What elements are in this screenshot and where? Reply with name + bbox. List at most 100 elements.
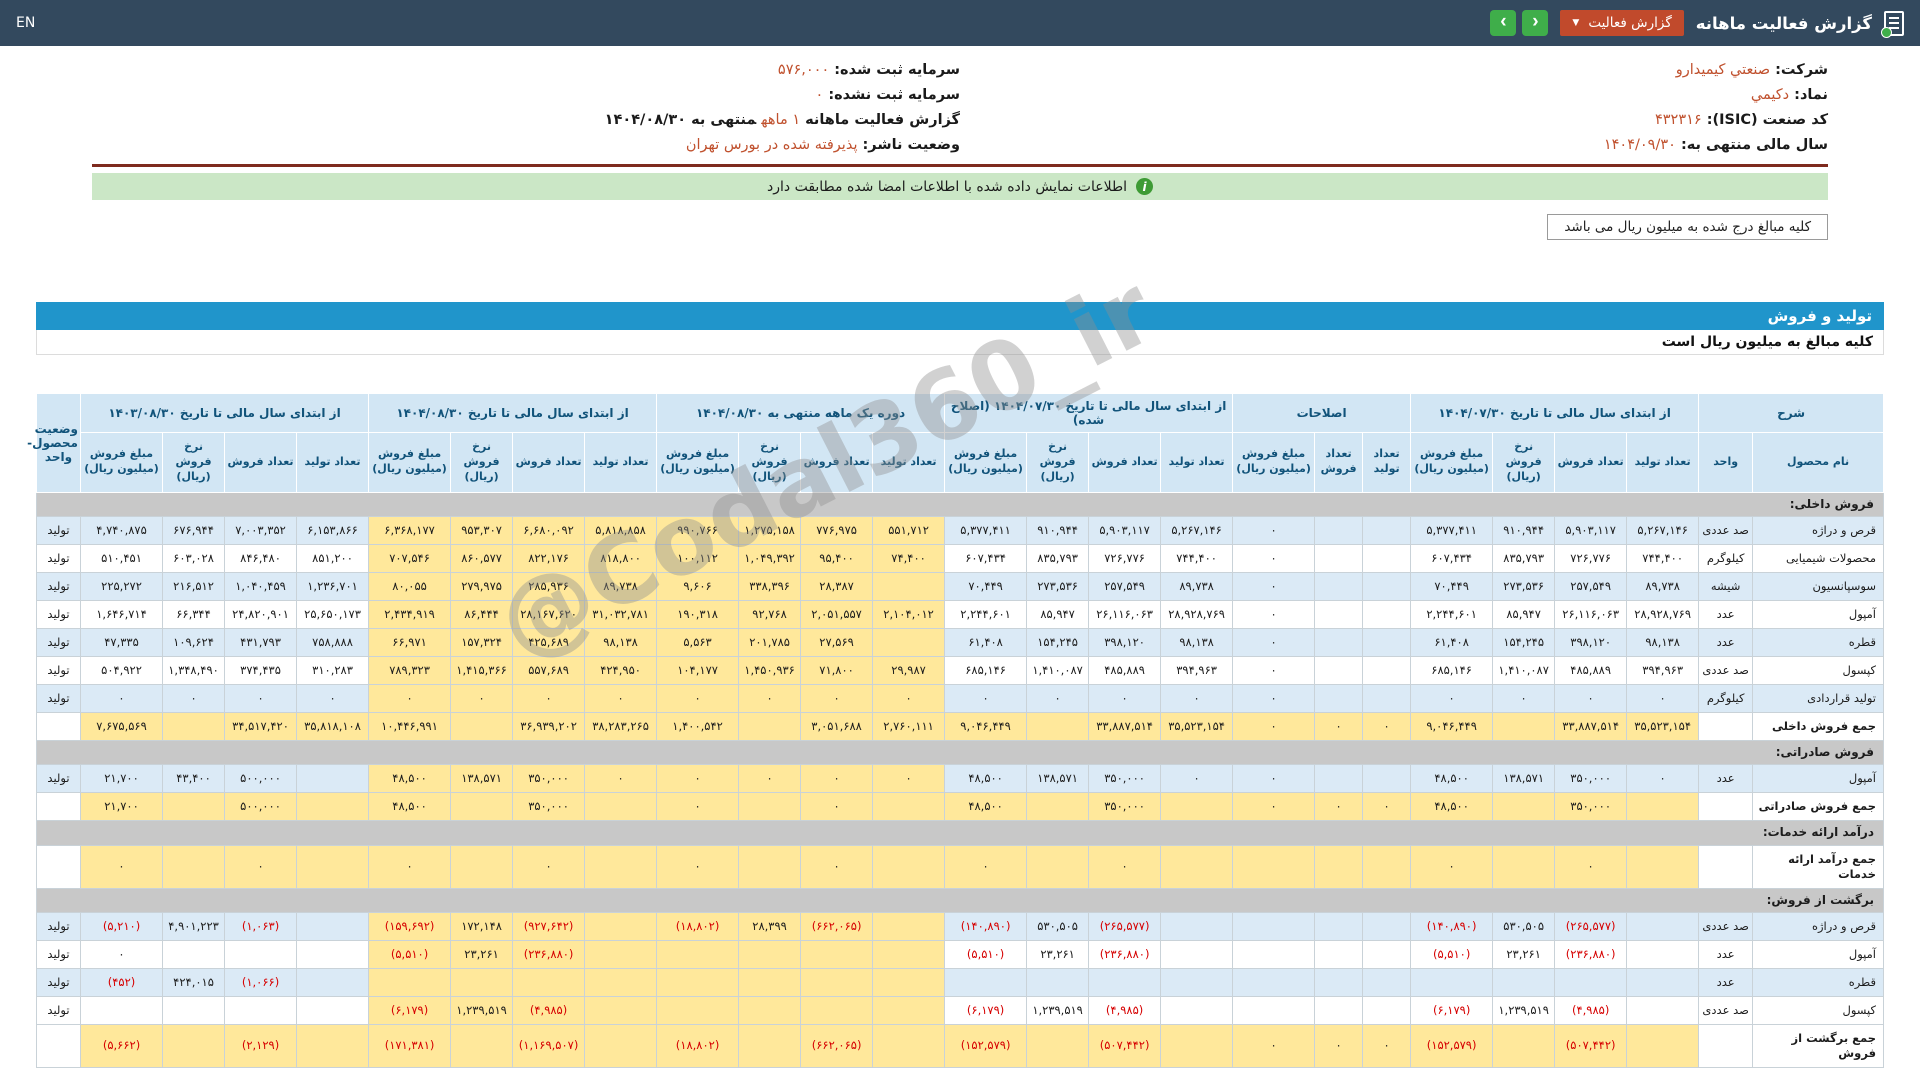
header-col-a: مبلغ فروش (میلیون ریال)	[79, 432, 164, 493]
value-cell	[1554, 968, 1628, 997]
value-cell: (۹۲۷,۶۴۲)	[512, 912, 586, 942]
report-type-select-label: گزارش فعالیت	[1588, 15, 1672, 31]
value-cell: ۱۳۸,۵۷۱	[1026, 764, 1090, 794]
unit-cell	[1698, 1023, 1754, 1068]
field-label: سال مالی منتهی به:	[1680, 137, 1828, 153]
value-cell	[584, 792, 658, 822]
value-cell: (۲,۱۲۹)	[224, 1023, 298, 1068]
status-cell: تولید	[36, 655, 81, 685]
value-cell: ۲۸۵,۹۳۶	[512, 572, 586, 601]
value-cell	[738, 844, 802, 889]
report-type-select[interactable]: گزارش فعالیت ▼	[1560, 10, 1684, 36]
value-cell	[1626, 940, 1700, 970]
value-cell: ۹۸,۱۳۸	[584, 627, 658, 657]
unit-cell: عدد	[1698, 627, 1754, 657]
value-cell: ۲۸,۹۲۸,۷۶۹	[1626, 599, 1700, 629]
next-period-button[interactable]: ›	[1522, 10, 1549, 36]
value-cell	[1314, 995, 1364, 1025]
value-cell: ۹۲,۷۶۸	[738, 599, 802, 629]
product-name-cell: تولید قراردادی	[1752, 683, 1884, 713]
value-cell: ۲۸,۱۶۷,۶۲۰	[512, 599, 586, 629]
value-cell: (۶۶۲,۰۶۵)	[800, 912, 874, 942]
value-cell: (۱۵۹,۶۹۲)	[368, 912, 452, 942]
value-cell: ۵۰۰,۰۰۰	[224, 792, 298, 822]
value-cell: (۱,۰۶۶)	[224, 968, 298, 997]
value-cell	[1232, 844, 1316, 889]
production-table-wrap: @Codal360_ir شرح از ابتدای سال مالی تا تا…	[27, 256, 1884, 1068]
value-cell: ۲۵۷,۵۴۹	[1554, 572, 1628, 601]
value-cell: (۲۳۶,۸۸۰)	[512, 940, 586, 970]
table-row: کپسول صد عددی ۳۹۴,۹۶۳ ۴۸۵,۸۸۹ ۱,۴۱۰,۰۸۷ ۶۸۵,۱…	[36, 655, 1884, 685]
language-toggle-en[interactable]: EN	[16, 15, 35, 31]
report-period-field: گزارش فعالیت ماهانه۱ ماههمنتهی به ۱۴۰۴/۰…	[92, 108, 960, 133]
value-cell: ۰	[1232, 683, 1316, 713]
value-cell	[1362, 627, 1412, 657]
value-cell	[872, 912, 946, 942]
value-cell: (۵۰۷,۴۴۲)	[1088, 1023, 1162, 1068]
value-cell	[1492, 844, 1556, 889]
value-cell: ۶۶,۹۷۱	[368, 627, 452, 657]
status-cell	[36, 792, 81, 822]
value-cell	[872, 572, 946, 601]
product-name-cell: جمع درآمد ارائه خدمات	[1752, 844, 1884, 889]
value-cell: ۰	[1362, 792, 1412, 822]
value-cell: ۷۰,۴۴۹	[944, 572, 1028, 601]
table-row: سوسپانسیون شیشه ۸۹,۷۳۸ ۲۵۷,۵۴۹ ۲۷۳,۵۳۶ ۷۰,۴۴۹…	[36, 572, 1884, 601]
value-cell	[584, 844, 658, 889]
value-cell: ۷۲۶,۷۷۶	[1554, 544, 1628, 573]
header-col-r: نرخ فروش (ریال)	[450, 432, 514, 493]
value-cell: ۰	[1160, 683, 1234, 713]
value-cell: ۰	[79, 844, 164, 889]
total-row: جمع فروش صادراتی ۳۵۰,۰۰۰ ۴۸,۵۰۰ ۰ ۰ ۰ ۳۵۰,۰۰۰ ۴…	[36, 792, 1884, 822]
value-cell: ۴۸۵,۸۸۹	[1554, 655, 1628, 685]
unit-cell: کیلوگرم	[1698, 544, 1754, 573]
unit-cell	[1698, 844, 1754, 889]
value-cell	[1314, 599, 1364, 629]
report-icon[interactable]	[1881, 10, 1904, 38]
value-cell	[1362, 940, 1412, 970]
unit-cell: صد عددی	[1698, 995, 1754, 1025]
previous-period-button[interactable]: ‹	[1490, 10, 1517, 36]
value-cell	[79, 995, 164, 1025]
value-cell: ۵,۹۰۳,۱۱۷	[1554, 516, 1628, 546]
value-cell	[296, 844, 370, 889]
value-cell	[1314, 655, 1364, 685]
caret-down-icon: ▼	[1572, 17, 1580, 28]
value-cell: ۰	[656, 792, 740, 822]
value-cell: ۸۲۲,۱۷۶	[512, 544, 586, 573]
header-col-r: نرخ فروش (ریال)	[738, 432, 802, 493]
value-cell: ۲۳,۲۶۱	[450, 940, 514, 970]
value-cell	[1362, 995, 1412, 1025]
value-cell: ۶۸۵,۱۴۶	[1410, 655, 1494, 685]
value-cell: ۸۹,۷۳۸	[1160, 572, 1234, 601]
value-cell	[1026, 844, 1090, 889]
header-col-a: مبلغ فروش (میلیون ریال)	[656, 432, 740, 493]
header-group-orig: از ابتدای سال مالی تا تاریخ ۱۴۰۴/۰۷/۳۰	[1410, 393, 1700, 433]
value-cell: ۲,۷۶۰,۱۱۱	[872, 711, 946, 741]
value-cell: ۱,۳۴۸,۴۹۰	[162, 655, 226, 685]
value-cell: ۹۱۰,۹۴۴	[1026, 516, 1090, 546]
unit-cell	[1698, 792, 1754, 822]
value-cell	[800, 995, 874, 1025]
header-col-a: مبلغ فروش (میلیون ریال)	[944, 432, 1028, 493]
value-cell: ۲۳,۲۶۱	[1492, 940, 1556, 970]
field-label: سرمایه ثبت نشده:	[828, 87, 960, 103]
value-cell: ۹۵۳,۳۰۷	[450, 516, 514, 546]
value-cell: ۰	[1554, 683, 1628, 713]
product-name-cell: جمع فروش صادراتی	[1752, 792, 1884, 822]
table-row: تولید قراردادی کیلوگرم ۰ ۰ ۰ ۰ ۰ ۰ ۰ ۰ ۰ ۰ ۰ ۰ ۰ ۰ ۰ ۰ ۰ ۰ ۰…	[36, 683, 1884, 713]
value-cell: ۰	[296, 683, 370, 713]
header-group-month: دوره یک ماهه منتهی به ۱۴۰۴/۰۸/۳۰	[656, 393, 946, 433]
value-cell: ۱۹۰,۳۱۸	[656, 599, 740, 629]
table-row: قطره عدد (۱,۰۶۶) ۴۲۴,۰۱۵ (۴۵۲) تولید	[36, 968, 1884, 997]
value-cell: ۳۹۸,۱۲۰	[1088, 627, 1162, 657]
value-cell	[872, 792, 946, 822]
product-name-cell: محصولات شیمیایی	[1752, 544, 1884, 573]
value-cell	[1314, 912, 1364, 942]
value-cell: ۸۰,۰۵۵	[368, 572, 452, 601]
value-cell: ۰	[1362, 1023, 1412, 1068]
field-value: پذیرفته شده در بورس تهران	[685, 137, 858, 153]
value-cell: ۰	[1160, 764, 1234, 794]
value-cell: ۱,۲۳۶,۷۰۱	[296, 572, 370, 601]
value-cell: ۵۰۴,۹۲۲	[79, 655, 164, 685]
